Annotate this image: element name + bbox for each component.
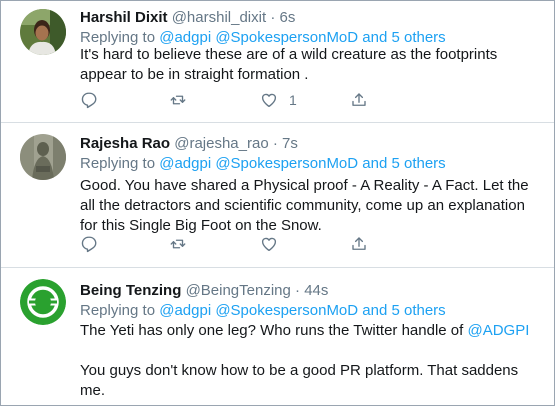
- author-name[interactable]: Harshil Dixit: [80, 9, 168, 26]
- author-name[interactable]: Being Tenzing: [80, 282, 181, 299]
- retweet-button[interactable]: [169, 90, 187, 110]
- avatar[interactable]: [20, 9, 66, 55]
- share-icon: [352, 237, 366, 250]
- share-button[interactable]: [350, 90, 368, 110]
- reply-icon: [81, 236, 97, 253]
- reply-button[interactable]: [80, 90, 98, 110]
- reply-button[interactable]: [80, 234, 98, 254]
- like-icon: [261, 237, 277, 252]
- separator-dot: ·: [295, 282, 301, 299]
- tweet-harshil[interactable]: Harshil Dixit @harshil_dixit · 6s Replyi…: [1, 1, 554, 122]
- tweet-text: The Yeti has only one leg? Who runs the …: [80, 321, 540, 401]
- timeline: Harshil Dixit @harshil_dixit · 6s Replyi…: [0, 0, 555, 406]
- retweet-icon: [170, 95, 186, 105]
- author-handle[interactable]: @rajesha_rao: [174, 135, 268, 152]
- tweet-text: Good. You have shared a Physical proof -…: [80, 177, 529, 234]
- tweet-text: It's hard to believe these are of a wild…: [80, 46, 498, 83]
- replying-to-mentions[interactable]: @adgpi @SpokespersonMoD and 5 others: [159, 29, 445, 46]
- share-button[interactable]: [350, 234, 368, 254]
- tweet-rajesha[interactable]: Rajesha Rao @rajesha_rao · 7s Replying t…: [1, 123, 554, 255]
- retweet-button[interactable]: [169, 234, 187, 254]
- replying-to-label: Replying to: [80, 29, 156, 46]
- timestamp[interactable]: 44s: [304, 282, 328, 299]
- replying-to-label: Replying to: [80, 302, 156, 319]
- share-icon: [352, 93, 366, 106]
- author-name[interactable]: Rajesha Rao: [80, 135, 170, 152]
- retweet-icon: [170, 239, 186, 249]
- avatar[interactable]: [20, 134, 66, 180]
- author-handle[interactable]: @harshil_dixit: [172, 9, 266, 26]
- tweet-text-line: The Yeti has only one leg? Who runs the …: [80, 322, 464, 339]
- replying-to-mentions[interactable]: @adgpi @SpokespersonMoD and 5 others: [159, 302, 445, 319]
- replying-to-label: Replying to: [80, 155, 156, 172]
- tweet-text-line: You guys don't know how to be a good PR …: [80, 362, 519, 399]
- like-button[interactable]: [260, 234, 278, 254]
- like-count: 1: [289, 92, 297, 108]
- separator-dot: ·: [272, 135, 278, 152]
- timestamp[interactable]: 6s: [279, 9, 295, 26]
- mention-link[interactable]: @ADGPI: [467, 322, 529, 339]
- tweet-being-tenzing[interactable]: Being Tenzing @BeingTenzing · 44s Replyi…: [1, 268, 554, 405]
- like-button[interactable]: 1: [260, 90, 297, 110]
- like-icon: [261, 93, 277, 108]
- author-handle[interactable]: @BeingTenzing: [186, 282, 291, 299]
- separator-dot: ·: [270, 9, 276, 26]
- avatar[interactable]: [20, 279, 66, 325]
- timestamp[interactable]: 7s: [282, 135, 298, 152]
- replying-to-mentions[interactable]: @adgpi @SpokespersonMoD and 5 others: [159, 155, 445, 172]
- reply-icon: [81, 92, 97, 109]
